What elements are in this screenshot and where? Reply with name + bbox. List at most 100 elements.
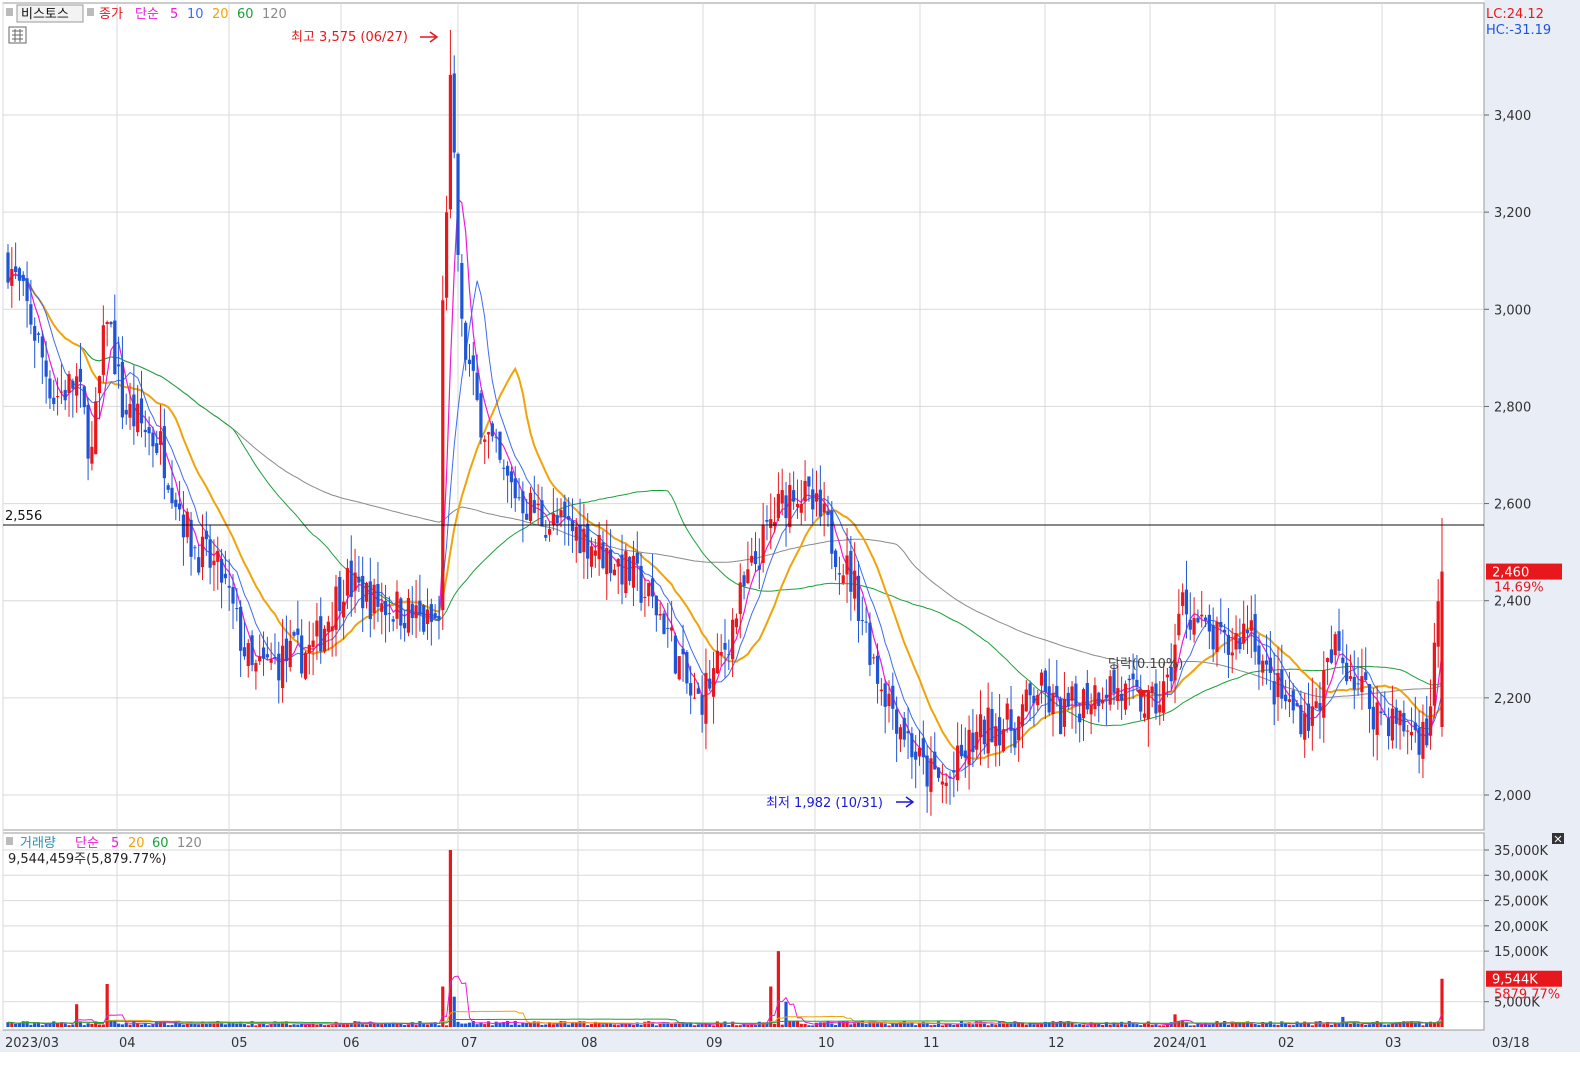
candle-body — [1352, 676, 1356, 690]
volume-bar — [670, 1023, 674, 1027]
volume-bar — [994, 1024, 998, 1027]
volume-bar — [551, 1024, 555, 1027]
candle-body — [1059, 698, 1063, 735]
candle-body — [845, 555, 849, 575]
candle-body — [1276, 672, 1280, 698]
volume-bar — [936, 1021, 941, 1027]
volume-bar — [1303, 1021, 1307, 1027]
volume-bar — [780, 1024, 784, 1027]
candle-body — [71, 380, 75, 389]
volume-bar — [608, 1023, 613, 1027]
volume-legend-item: 120 — [177, 836, 202, 851]
candle-body — [742, 575, 746, 587]
volume-bar — [1375, 1021, 1379, 1027]
volume-bar — [746, 1024, 750, 1027]
candle-body — [368, 581, 372, 620]
volume-bar — [193, 1024, 197, 1027]
candle-body — [1070, 686, 1074, 701]
candle-body — [700, 694, 704, 715]
volume-bar — [490, 1025, 494, 1027]
candle-body — [395, 591, 399, 619]
candle-body — [1387, 718, 1391, 737]
volume-bar — [197, 1024, 201, 1027]
candle-body — [826, 511, 830, 515]
candle-body — [155, 443, 159, 453]
candle-body — [746, 569, 750, 584]
panel-toggle-icon[interactable] — [6, 8, 13, 16]
volume-bar — [223, 1024, 227, 1027]
price-tick-label: 2,000 — [1494, 789, 1531, 804]
candle-body — [772, 522, 777, 527]
candle-body — [1051, 693, 1055, 714]
candle-body — [1036, 694, 1040, 706]
candle-body — [296, 628, 300, 635]
candle-body — [1127, 678, 1131, 681]
volume-bar — [17, 1023, 22, 1027]
volume-bar — [494, 1021, 498, 1027]
volume-legend-item: 단순 — [75, 836, 99, 851]
volume-bar — [803, 1023, 807, 1027]
volume-bar — [1257, 1024, 1261, 1027]
volume-bar — [990, 1023, 994, 1027]
candle-body — [597, 534, 601, 560]
candle-body — [696, 688, 700, 694]
candle-body — [997, 717, 1002, 746]
candle-body — [502, 467, 506, 469]
candle-body — [1409, 731, 1414, 736]
candle-body — [765, 520, 769, 522]
candle-body — [143, 429, 147, 433]
volume-bar — [772, 1023, 777, 1027]
volume-bar — [723, 1021, 727, 1027]
volume-bar — [86, 1023, 90, 1027]
candle-body — [322, 628, 327, 652]
candle-body — [975, 731, 979, 750]
volume-bar — [75, 1004, 79, 1027]
stock-chart: 3,400 3,200 3,000 2,800 2,600 2,400 2,200 2,000… — [0, 0, 1580, 1065]
candle-body — [166, 485, 170, 490]
volume-bar — [883, 1023, 887, 1027]
volume-bar — [475, 1024, 479, 1027]
legend-toggle-icon[interactable] — [87, 8, 94, 16]
volume-bar — [437, 1025, 441, 1027]
candle-body — [372, 584, 376, 614]
candle-body — [456, 153, 460, 255]
candle-body — [162, 426, 166, 479]
candle-body — [795, 503, 800, 507]
volume-bar — [959, 1021, 964, 1027]
volume-bar — [696, 1024, 700, 1027]
volume-bar — [1249, 1023, 1253, 1027]
volume-bar — [425, 1024, 430, 1027]
candle-body — [1135, 679, 1139, 687]
candle-body — [818, 489, 822, 517]
volume-bar — [204, 1023, 208, 1027]
candle-body — [178, 503, 182, 510]
candle-body — [227, 585, 231, 588]
candle-body — [963, 750, 967, 758]
volume-bar — [1158, 1025, 1162, 1027]
volume-bar — [654, 1025, 658, 1027]
candle-body — [1165, 674, 1170, 678]
candle-body — [1322, 670, 1326, 718]
candle-body — [792, 490, 796, 502]
volume-toggle-icon[interactable] — [6, 837, 13, 845]
volume-bar — [414, 1024, 418, 1027]
candle-body — [1413, 722, 1417, 731]
candle-body — [1329, 649, 1333, 663]
volume-bar — [448, 850, 453, 1027]
candle-body — [258, 656, 262, 662]
volume-bar — [380, 1024, 384, 1027]
candle-body — [891, 685, 895, 709]
candle-body — [86, 404, 90, 459]
volume-bar — [1181, 1021, 1185, 1027]
candle-body — [1020, 704, 1025, 727]
volume-bar — [589, 1024, 594, 1027]
candle-body — [986, 707, 990, 754]
candle-body — [555, 515, 559, 524]
volume-bar — [342, 1024, 346, 1027]
candle-body — [494, 436, 498, 438]
volume-bar — [14, 1023, 18, 1027]
candle-body — [956, 745, 960, 781]
candle-body — [1104, 694, 1108, 699]
candle-body — [1245, 630, 1250, 634]
volume-bar — [864, 1024, 868, 1027]
